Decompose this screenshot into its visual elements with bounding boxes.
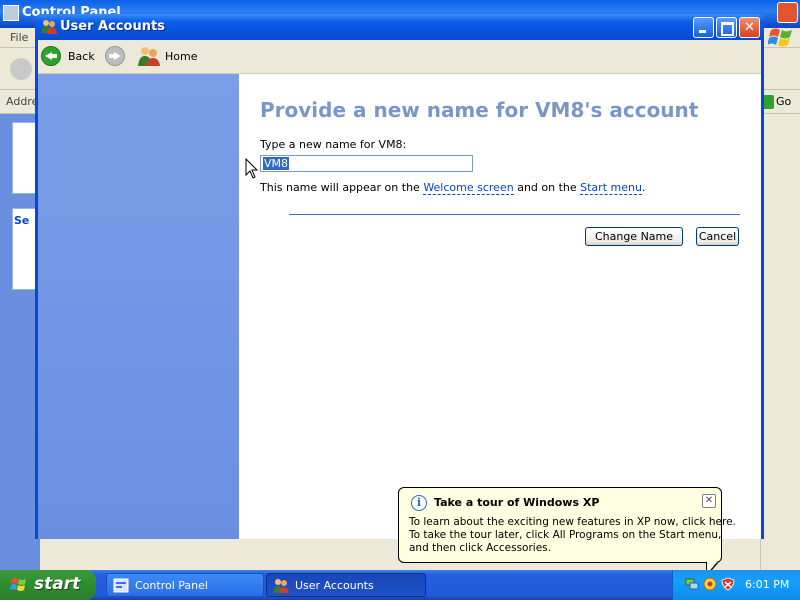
control-panel-icon: [113, 578, 129, 593]
security-shield-icon[interactable]: [721, 577, 735, 591]
new-name-label: Type a new name for VM8:: [260, 138, 407, 151]
maximize-button[interactable]: [716, 17, 737, 38]
balloon-line: To learn about the exciting new features…: [409, 516, 736, 528]
control-panel-content: [760, 114, 800, 570]
close-button[interactable]: ✕: [739, 17, 760, 38]
cancel-button[interactable]: Cancel: [696, 227, 739, 246]
hint-middle: and on the: [513, 181, 581, 194]
new-name-input[interactable]: VM8: [260, 155, 473, 172]
user-accounts-window: User Accounts ✕ Back Home Provide a new …: [35, 14, 764, 539]
balloon-line: and then click Accessories.: [409, 542, 551, 554]
back-arrow-icon[interactable]: [10, 58, 32, 80]
divider: [289, 214, 740, 215]
windows-flag-icon: [10, 578, 26, 591]
content-pane: Provide a new name for VM8's account Typ…: [239, 74, 761, 539]
start-menu-link[interactable]: Start menu: [580, 181, 642, 195]
welcome-screen-link[interactable]: Welcome screen: [423, 181, 514, 195]
left-task-pane: [38, 74, 239, 539]
user-accounts-titlebar[interactable]: User Accounts ✕: [35, 14, 764, 40]
minimize-icon: [694, 18, 713, 37]
control-panel-close-button[interactable]: [777, 2, 798, 23]
taskbar-item-user-accounts[interactable]: User Accounts: [266, 573, 426, 597]
menu-file[interactable]: File: [10, 31, 28, 44]
balloon-body[interactable]: To learn about the exciting new features…: [409, 516, 736, 555]
balloon-close-button[interactable]: ✕: [702, 494, 716, 508]
maximize-icon: [717, 18, 736, 37]
network-icon[interactable]: [685, 577, 699, 591]
home-icon: [138, 47, 160, 66]
minimize-button[interactable]: [693, 17, 714, 38]
hint-prefix: This name will appear on the: [260, 181, 424, 194]
taskbar-item-label: Control Panel: [135, 579, 208, 592]
security-alert-icon[interactable]: [703, 577, 717, 591]
hint-suffix: .: [641, 181, 646, 194]
home-button[interactable]: Home: [138, 44, 198, 68]
task-pane-section-label: Se: [14, 214, 30, 227]
close-icon: ✕: [744, 20, 755, 35]
home-label: Home: [165, 50, 198, 63]
system-tray: 6:01 PM: [672, 570, 800, 600]
user-accounts-icon: [273, 579, 289, 593]
control-panel-icon: [3, 5, 19, 21]
back-label: Back: [68, 50, 95, 63]
tour-balloon[interactable]: i Take a tour of Windows XP ✕ To learn a…: [398, 487, 736, 563]
back-arrow-icon: [41, 46, 61, 66]
forward-arrow-icon[interactable]: [105, 46, 125, 66]
window-title: User Accounts: [60, 19, 165, 34]
start-button[interactable]: start: [0, 570, 96, 600]
windows-flag-icon: [768, 28, 792, 47]
clock[interactable]: 6:01 PM: [745, 578, 789, 591]
taskbar: start Control Panel User Accounts 6:01 P…: [0, 570, 800, 600]
new-name-input-value: VM8: [263, 157, 290, 170]
start-label: start: [34, 574, 81, 594]
back-button[interactable]: Back: [41, 44, 101, 68]
user-accounts-icon: [41, 20, 57, 34]
change-name-button[interactable]: Change Name: [585, 227, 683, 246]
hint-text: This name will appear on the Welcome scr…: [260, 181, 646, 195]
page-title: Provide a new name for VM8's account: [260, 98, 699, 122]
balloon-line: To take the tour later, click All Progra…: [409, 529, 722, 541]
taskbar-item-control-panel[interactable]: Control Panel: [106, 573, 264, 597]
balloon-title: Take a tour of Windows XP: [434, 496, 600, 509]
mouse-cursor-icon: [245, 158, 259, 179]
taskbar-item-label: User Accounts: [295, 579, 374, 592]
navigation-bar: Back Home: [38, 40, 761, 74]
info-icon: i: [411, 495, 427, 511]
